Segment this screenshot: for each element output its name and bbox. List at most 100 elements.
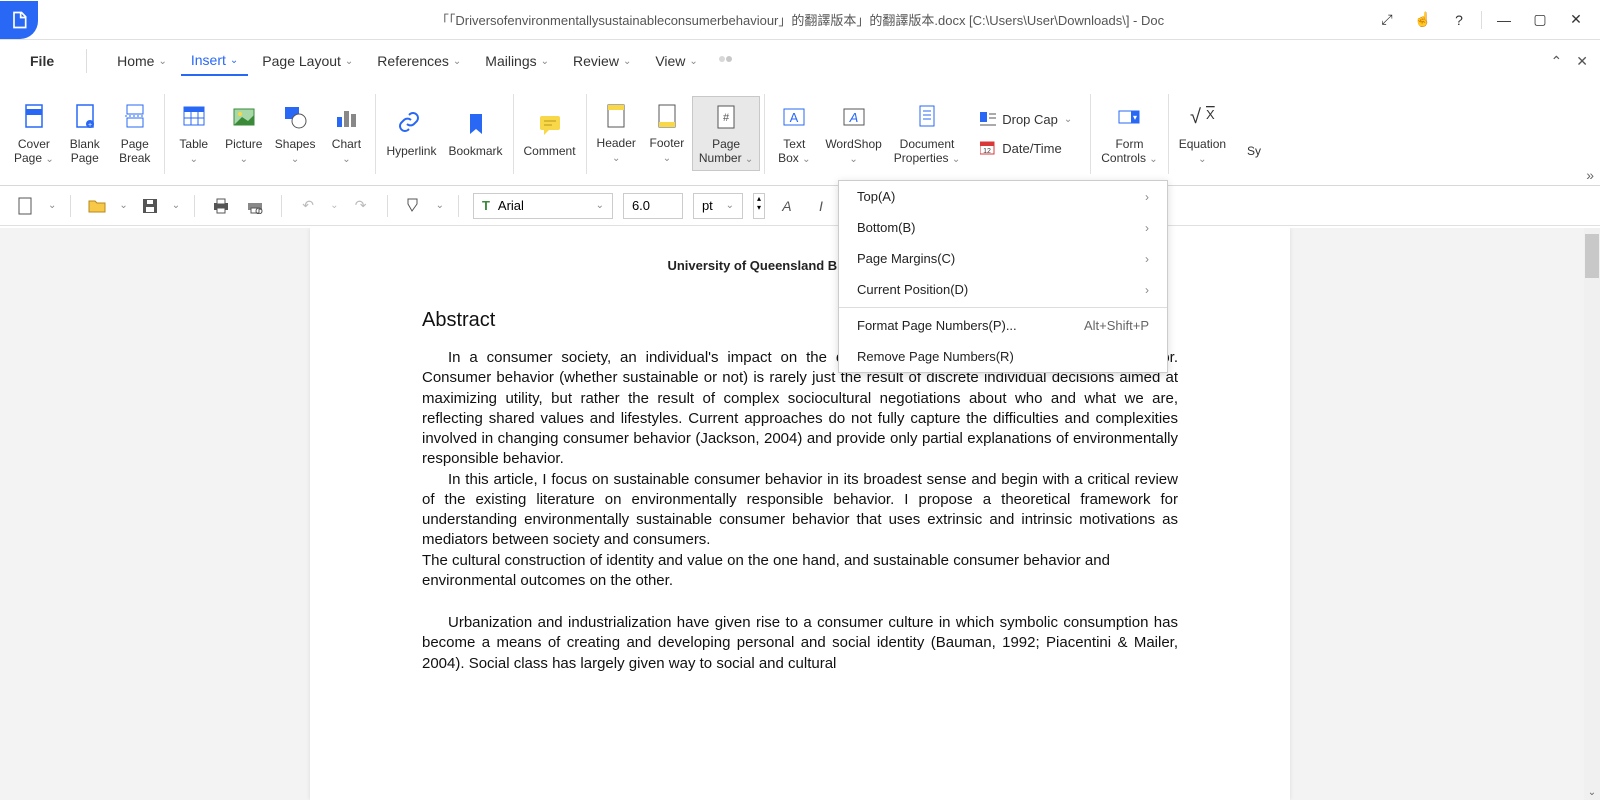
spinner-up-icon[interactable]: ▴: [754, 194, 764, 203]
chevron-down-icon[interactable]: ⌄: [172, 200, 180, 211]
cover-page-button[interactable]: Cover Page ⌄: [8, 97, 60, 170]
document-properties-button[interactable]: Document Properties ⌄: [888, 97, 966, 170]
chevron-down-icon: ⌄: [158, 56, 166, 67]
italic-slash-icon[interactable]: A: [775, 194, 799, 218]
format-painter-icon[interactable]: [402, 194, 426, 218]
svg-text:√: √: [1190, 106, 1201, 128]
chart-button[interactable]: Chart⌄: [321, 97, 371, 170]
menu-insert[interactable]: Insert⌄: [181, 46, 248, 76]
equation-button[interactable]: √X Equation⌄: [1173, 97, 1232, 170]
print-icon[interactable]: [209, 194, 233, 218]
font-size-spinner[interactable]: ▴▾: [753, 193, 765, 219]
font-unit-select[interactable]: pt⌄: [693, 193, 743, 219]
vertical-scrollbar[interactable]: ⌄: [1584, 228, 1600, 800]
date-time-button[interactable]: 12 Date/Time: [974, 137, 1078, 160]
hyperlink-button[interactable]: Hyperlink: [380, 104, 442, 162]
svg-text:X: X: [1206, 107, 1215, 122]
chevron-down-icon: ⌄: [689, 56, 697, 67]
dd-format-numbers[interactable]: Format Page Numbers(P)...Alt+Shift+P: [839, 310, 1167, 341]
scroll-thumb[interactable]: [1585, 234, 1599, 278]
menu-mailings[interactable]: Mailings⌄: [475, 47, 559, 75]
save-icon[interactable]: [138, 194, 162, 218]
separator: [375, 94, 376, 174]
ribbon-insert: Cover Page ⌄ + Blank Page Page Break Tab…: [0, 82, 1600, 186]
new-doc-icon[interactable]: [14, 194, 38, 218]
chevron-down-icon[interactable]: ⌄: [330, 200, 338, 211]
chevron-down-icon: ⌄: [745, 154, 753, 165]
separator: [1090, 94, 1091, 174]
chevron-down-icon: ⌄: [1149, 154, 1157, 165]
svg-text:12: 12: [983, 148, 991, 155]
form-controls-button[interactable]: ▾ Form Controls ⌄: [1095, 97, 1163, 170]
close-panel-icon[interactable]: ✕: [1576, 53, 1588, 70]
help-icon[interactable]: ?: [1445, 6, 1473, 34]
chevron-down-icon[interactable]: ⌄: [48, 200, 56, 211]
header-button[interactable]: Header⌄: [591, 96, 642, 171]
menu-view[interactable]: View⌄: [645, 47, 707, 75]
print-preview-icon[interactable]: [243, 194, 267, 218]
body-paragraph: The cultural construction of identity an…: [422, 551, 1178, 592]
separator: [194, 195, 195, 217]
separator: [86, 49, 87, 73]
wordshop-button[interactable]: A WordShop⌄: [819, 97, 887, 170]
chevron-down-icon: ⌄: [240, 154, 248, 165]
collapse-ribbon-icon[interactable]: ⌃: [1551, 53, 1563, 70]
chevron-down-icon: ⌄: [453, 56, 461, 67]
undo-icon[interactable]: ↶: [296, 194, 320, 218]
page-break-button[interactable]: Page Break: [110, 97, 160, 170]
menu-home[interactable]: Home⌄: [107, 47, 177, 75]
comment-button[interactable]: Comment: [518, 104, 582, 162]
chevron-down-icon: ⌄: [291, 154, 299, 165]
title-bar: 「「Driversofenvironmentallysustainablecon…: [0, 0, 1600, 40]
body-paragraph: Urbanization and industrialization have …: [422, 613, 1178, 674]
ribbon-more-icon[interactable]: »: [1586, 167, 1594, 183]
text-box-button[interactable]: A Text Box ⌄: [769, 97, 819, 170]
picture-button[interactable]: Picture⌄: [219, 97, 269, 170]
dd-page-margins[interactable]: Page Margins(C)›: [839, 243, 1167, 274]
dd-bottom[interactable]: Bottom(B)›: [839, 212, 1167, 243]
bookmark-button[interactable]: Bookmark: [442, 104, 508, 162]
font-name-select[interactable]: T Arial ⌄: [473, 193, 613, 219]
chevron-down-icon: ⌄: [726, 200, 734, 211]
menu-review[interactable]: Review⌄: [563, 47, 641, 75]
maximize-button[interactable]: ▢: [1526, 6, 1554, 34]
scroll-down-icon[interactable]: ⌄: [1584, 787, 1600, 798]
chevron-down-icon: ⌄: [802, 154, 810, 165]
chevron-down-icon: ⌄: [1198, 154, 1206, 165]
arrow-expand-icon[interactable]: ⤢: [1373, 6, 1401, 34]
svg-text:+: +: [88, 122, 92, 129]
menu-file[interactable]: File: [20, 47, 64, 75]
chevron-down-icon: ⌄: [663, 153, 671, 164]
drop-cap-button[interactable]: Drop Cap⌄: [974, 108, 1078, 131]
menu-collab-icon[interactable]: [712, 47, 740, 75]
table-button[interactable]: Table⌄: [169, 97, 219, 170]
blank-page-button[interactable]: + Blank Page: [60, 97, 110, 170]
quick-toolbar: ⌄ ⌄ ⌄ ↶ ⌄ ↷ ⌄ T Arial ⌄ 6.0 pt⌄ ▴▾ A I U…: [0, 186, 1600, 226]
chevron-down-icon[interactable]: ⌄: [119, 200, 127, 211]
app-icon[interactable]: [0, 1, 38, 39]
redo-icon[interactable]: ↷: [349, 194, 373, 218]
shapes-button[interactable]: Shapes⌄: [269, 97, 322, 170]
hand-icon[interactable]: ☝: [1409, 6, 1437, 34]
open-folder-icon[interactable]: [85, 194, 109, 218]
separator: [764, 94, 765, 174]
italic-icon[interactable]: I: [809, 194, 833, 218]
chevron-down-icon: ⌄: [190, 154, 198, 165]
spinner-down-icon[interactable]: ▾: [754, 203, 764, 212]
menu-page-layout[interactable]: Page Layout⌄: [252, 47, 363, 75]
symbol-button[interactable]: Sy: [1232, 104, 1270, 162]
dd-top[interactable]: Top(A)›: [839, 181, 1167, 212]
close-button[interactable]: ✕: [1562, 6, 1590, 34]
chevron-down-icon[interactable]: ⌄: [436, 200, 444, 211]
chevron-down-icon: ⌄: [230, 55, 238, 66]
menu-bar: File Home⌄ Insert⌄ Page Layout⌄ Referenc…: [0, 40, 1600, 82]
font-size-input[interactable]: 6.0: [623, 193, 683, 219]
menu-references[interactable]: References⌄: [367, 47, 471, 75]
page-number-button[interactable]: # Page Number ⌄: [692, 96, 760, 171]
dd-remove-numbers[interactable]: Remove Page Numbers(R): [839, 341, 1167, 372]
minimize-button[interactable]: —: [1490, 6, 1518, 34]
dd-current-position[interactable]: Current Position(D)›: [839, 274, 1167, 305]
footer-button[interactable]: Footer⌄: [642, 96, 692, 171]
separator: [281, 195, 282, 217]
separator: [1481, 11, 1482, 29]
